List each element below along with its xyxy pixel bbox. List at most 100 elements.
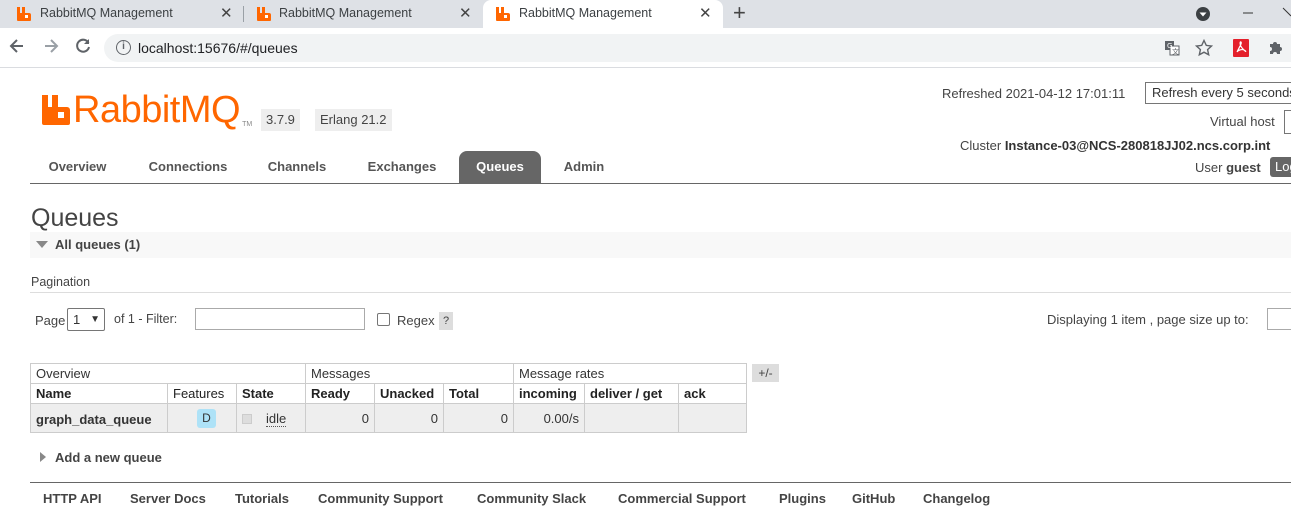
section-title: All queues (1) [55,237,141,252]
page-number-select[interactable]: 1 ▼ [67,308,105,331]
footer-divider [30,482,1291,483]
column-header-name[interactable]: Name [30,383,168,404]
displaying-items-label: Displaying 1 item , page size up to: [1047,312,1249,327]
footer-link-tutorials[interactable]: Tutorials [235,491,289,506]
menu-item-admin[interactable]: Admin [551,151,617,183]
tab-close-icon[interactable]: ✕ [220,4,233,22]
tab-title: RabbitMQ Management [40,6,173,20]
pagination-heading: Pagination [31,275,91,289]
column-header-ack[interactable]: ack [678,383,747,404]
address-bar[interactable]: i localhost:15676/#/queues G文 [104,34,1291,62]
page-label: Page [35,313,66,328]
menu-item-connections[interactable]: Connections [132,151,244,183]
profile-dropdown-icon[interactable] [1195,6,1211,22]
logo-wordmark: RabbitMQ [73,89,241,131]
virtual-host-select[interactable] [1284,110,1291,134]
expand-triangle-icon [40,452,46,462]
site-info-icon[interactable]: i [116,40,131,55]
menu-item-overview[interactable]: Overview [30,151,125,183]
regex-checkbox[interactable] [377,313,390,326]
table-group-header-row: Overview Messages Message rates [30,363,747,384]
group-header-overview: Overview [30,363,306,384]
bookmark-star-icon[interactable] [1195,39,1213,57]
filter-input[interactable] [195,308,365,330]
unacked-value: 0 [374,403,444,433]
chevron-down-icon: ▼ [90,314,100,325]
queue-name-link[interactable]: graph_data_queue [30,403,168,433]
footer-link-server-docs[interactable]: Server Docs [130,491,206,506]
rabbitmq-logo-icon [42,95,70,125]
footer-link-community-support[interactable]: Community Support [318,491,443,506]
address-url[interactable]: localhost:15676/#/queues [138,40,298,56]
total-value: 0 [443,403,514,433]
menu-item-exchanges[interactable]: Exchanges [352,151,452,183]
group-header-messages: Messages [305,363,514,384]
ready-value: 0 [305,403,375,433]
footer-link-commercial-support[interactable]: Commercial Support [618,491,746,506]
close-window-icon[interactable] [1282,6,1291,20]
all-queues-section-toggle[interactable]: All queues (1) [30,232,1291,258]
tab-title: RabbitMQ Management [279,6,412,20]
incoming-rate-value: 0.00/s [513,403,585,433]
tab-title: RabbitMQ Management [519,6,652,20]
rabbitmq-favicon [496,7,510,21]
add-new-queue-toggle[interactable]: Add a new queue [30,448,630,468]
column-header-unacked[interactable]: Unacked [374,383,444,404]
translate-icon[interactable]: G文 [1164,40,1180,56]
regex-label: Regex [397,313,435,328]
browser-window: RabbitMQ Management ✕ RabbitMQ Managemen… [0,0,1291,531]
group-header-message-rates: Message rates [513,363,747,384]
extensions-puzzle-icon[interactable] [1267,39,1285,57]
column-header-ready[interactable]: Ready [305,383,375,404]
table-header-row: Name Features State Ready Unacked Total … [30,383,747,404]
column-header-features: Features [167,383,237,404]
footer-link-http-api[interactable]: HTTP API [43,491,102,506]
footer-link-plugins[interactable]: Plugins [779,491,826,506]
state-indicator-icon [242,414,252,425]
new-tab-button[interactable]: + [733,1,746,25]
tab-strip: RabbitMQ Management ✕ RabbitMQ Managemen… [0,0,1291,28]
tab-close-icon[interactable]: ✕ [699,4,712,22]
features-cell: D [167,403,237,433]
deliver-get-rate-value [584,403,679,433]
browser-tab-3-active[interactable]: RabbitMQ Management ✕ [483,0,723,28]
rabbitmq-logo[interactable]: RabbitMQ TM [41,89,253,131]
forward-arrow-icon[interactable] [40,36,62,56]
footer-link-github[interactable]: GitHub [852,491,895,506]
page-number-value: 1 [73,312,81,327]
column-toggle-button[interactable]: +/- [752,364,779,382]
reload-icon[interactable] [72,36,94,56]
ack-rate-value [678,403,747,433]
menu-item-queues[interactable]: Queues [459,151,541,183]
browser-tab-2[interactable]: RabbitMQ Management ✕ [244,0,482,28]
add-queue-label: Add a new queue [55,450,162,465]
back-arrow-icon[interactable] [6,36,28,56]
column-header-state[interactable]: State [236,383,306,404]
page-size-input[interactable] [1267,308,1291,330]
regex-help-button[interactable]: ? [439,312,453,330]
page-title: Queues [31,204,119,232]
refreshed-timestamp: Refreshed 2021-04-12 17:01:11 [942,86,1126,101]
erlang-version-badge: Erlang 21.2 [315,109,392,131]
durable-feature-badge: D [197,408,216,428]
column-header-deliver-get[interactable]: deliver / get [584,383,679,404]
state-cell: idle [236,403,306,433]
rabbitmq-favicon [17,7,31,21]
tab-close-icon[interactable]: ✕ [459,4,472,22]
table-row: graph_data_queue D idle 0 0 0 0.00/s [30,403,747,433]
footer-link-changelog[interactable]: Changelog [923,491,990,506]
version-badge: 3.7.9 [261,109,300,131]
browser-tab-1[interactable]: RabbitMQ Management ✕ [0,0,242,28]
logo-tm: TM [242,121,253,128]
column-header-total[interactable]: Total [443,383,514,404]
main-menu: Overview Connections Channels Exchanges … [30,151,1291,184]
footer-link-community-slack[interactable]: Community Slack [477,491,586,506]
column-header-incoming[interactable]: incoming [513,383,585,404]
collapse-triangle-icon [36,241,48,248]
state-value: idle [266,410,287,427]
minimize-icon[interactable] [1241,6,1255,20]
refresh-interval-select[interactable]: Refresh every 5 seconds [1145,82,1291,104]
pdf-extension-icon[interactable] [1232,38,1250,58]
rabbitmq-favicon [257,7,271,21]
menu-item-channels[interactable]: Channels [252,151,342,183]
